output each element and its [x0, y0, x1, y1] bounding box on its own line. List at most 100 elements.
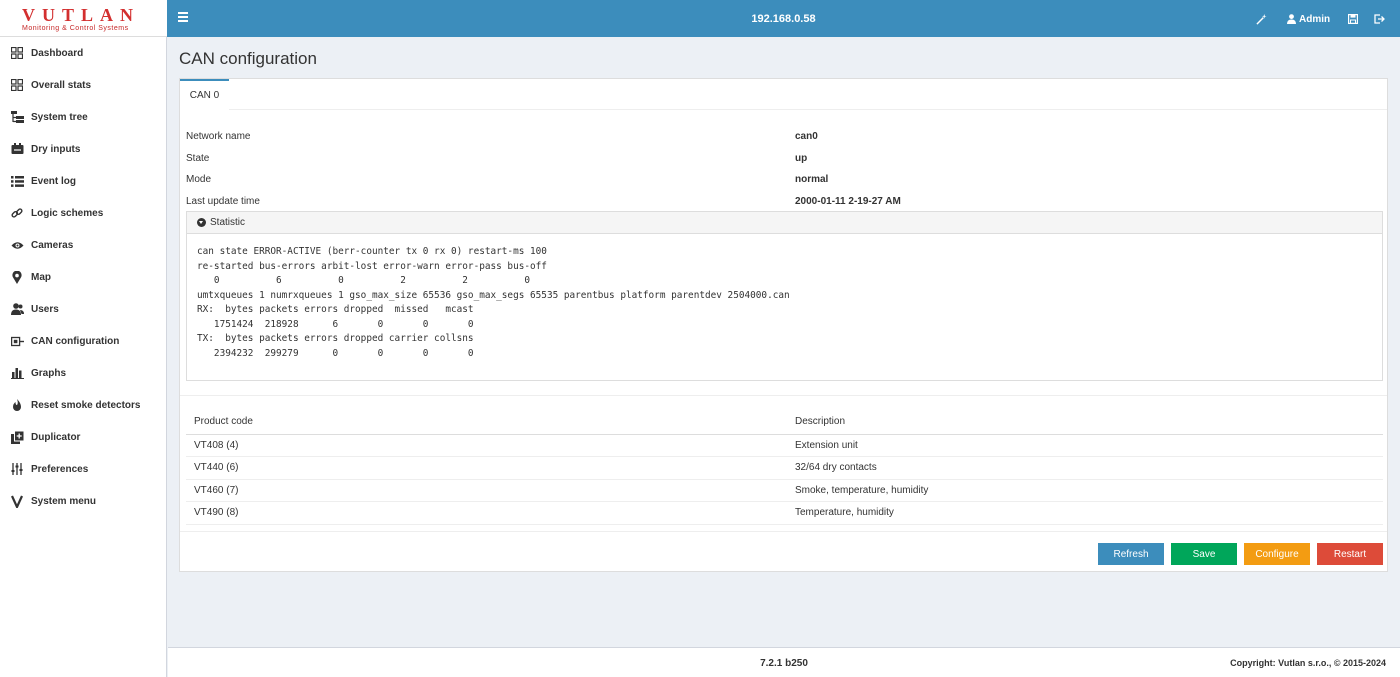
sidebar-item-users[interactable]: Users: [0, 293, 166, 325]
grid-icon: [10, 78, 24, 92]
restart-button[interactable]: Restart: [1317, 543, 1383, 565]
tree-icon: [10, 110, 24, 124]
sidebar-item-label: Map: [31, 271, 51, 283]
fire-icon: [10, 398, 24, 412]
page-title: CAN configuration: [179, 49, 317, 68]
sidebar-item-reset-smoke-detectors[interactable]: Reset smoke detectors: [0, 389, 166, 421]
info-label: Network name: [186, 130, 251, 142]
sidebar: Dashboard Overall stats System tree Dry …: [0, 37, 167, 677]
table-row: VT460 (7) Smoke, temperature, humidity: [186, 479, 1383, 502]
copy-icon: [10, 430, 24, 444]
sidebar-item-label: Overall stats: [31, 79, 92, 91]
product-description: Smoke, temperature, humidity: [787, 479, 1383, 502]
statistic-title: Statistic: [210, 217, 246, 228]
list-icon: [10, 174, 24, 188]
logo-subtitle: Monitoring & Control Systems: [22, 25, 129, 32]
table-row: VT408 (4) Extension unit: [186, 434, 1383, 457]
product-description: Temperature, humidity: [787, 501, 1383, 525]
sidebar-item-dry-inputs[interactable]: Dry inputs: [0, 133, 166, 165]
table-header-row: Product code Description: [186, 409, 1383, 435]
info-label: Mode: [186, 173, 212, 185]
wand-icon[interactable]: [1256, 12, 1268, 26]
product-code: VT440 (6): [186, 456, 787, 480]
sidebar-item-logic-schemes[interactable]: Logic schemes: [0, 197, 166, 229]
info-row-state: State up: [186, 148, 1381, 168]
v-icon: [10, 494, 24, 508]
eye-icon: [10, 238, 24, 252]
bar-chart-icon: [10, 366, 24, 380]
sidebar-item-label: System tree: [31, 111, 88, 123]
top-header: 192.168.0.58 Admin: [167, 0, 1400, 37]
info-label: State: [186, 152, 210, 164]
product-code: VT408 (4): [186, 434, 787, 457]
sidebar-item-graphs[interactable]: Graphs: [0, 357, 166, 389]
sidebar-item-dashboard[interactable]: Dashboard: [0, 37, 166, 69]
sidebar-item-label: Preferences: [31, 463, 89, 475]
admin-user-button[interactable]: Admin: [1287, 12, 1330, 26]
info-value: 2000-01-11 2-19-27 AM: [795, 195, 901, 207]
floppy-save-icon[interactable]: [1348, 12, 1360, 26]
product-code: VT490 (8): [186, 501, 787, 525]
divider: [180, 531, 1387, 532]
tab-bar: CAN 0: [180, 79, 1387, 110]
table-row: VT440 (6) 32/64 dry contacts: [186, 456, 1383, 480]
user-icon: [1287, 14, 1296, 24]
statistic-toggle[interactable]: Statistic: [187, 212, 1382, 234]
input-icon: [10, 142, 24, 156]
users-icon: [10, 302, 24, 316]
grid-icon: [10, 46, 24, 60]
sidebar-item-label: System menu: [31, 495, 97, 507]
info-row-mode: Mode normal: [186, 169, 1381, 189]
admin-label: Admin: [1299, 13, 1331, 25]
info-value: up: [795, 152, 808, 164]
sidebar-item-system-menu[interactable]: System menu: [0, 485, 166, 517]
sidebar-item-label: Duplicator: [31, 431, 81, 443]
sidebar-item-label: Users: [31, 303, 59, 315]
sliders-icon: [10, 462, 24, 476]
sidebar-item-can-configuration[interactable]: CAN configuration: [0, 325, 166, 357]
copyright: Copyright: Vutlan s.r.o., © 2015-2024: [1230, 658, 1386, 668]
sidebar-item-label: Cameras: [31, 239, 74, 251]
refresh-button[interactable]: Refresh: [1098, 543, 1164, 565]
column-header-description: Description: [787, 409, 1383, 435]
link-icon: [10, 206, 24, 220]
sidebar-item-duplicator[interactable]: Duplicator: [0, 421, 166, 453]
info-value: can0: [795, 130, 818, 142]
map-marker-icon: [10, 270, 24, 284]
save-button[interactable]: Save: [1171, 543, 1237, 565]
logo: VUTLAN Monitoring & Control Systems: [0, 0, 167, 37]
footer: 7.2.1 b250 Copyright: Vutlan s.r.o., © 2…: [168, 647, 1400, 677]
plug-icon: [10, 334, 24, 348]
info-label: Last update time: [186, 195, 260, 207]
configure-button[interactable]: Configure: [1244, 543, 1310, 565]
info-value: normal: [795, 173, 829, 185]
sidebar-item-label: Dry inputs: [31, 143, 81, 155]
chevron-down-icon: [197, 218, 206, 227]
sidebar-item-label: CAN configuration: [31, 335, 120, 347]
sidebar-item-label: Graphs: [31, 367, 67, 379]
sidebar-item-map[interactable]: Map: [0, 261, 166, 293]
sidebar-item-cameras[interactable]: Cameras: [0, 229, 166, 261]
firmware-version: 7.2.1 b250: [760, 658, 808, 669]
sidebar-item-preferences[interactable]: Preferences: [0, 453, 166, 485]
product-description: 32/64 dry contacts: [787, 456, 1383, 480]
sidebar-item-event-log[interactable]: Event log: [0, 165, 166, 197]
product-description: Extension unit: [787, 434, 1383, 457]
sidebar-item-overall-stats[interactable]: Overall stats: [0, 69, 166, 101]
sidebar-item-label: Event log: [31, 175, 77, 187]
sidebar-item-label: Reset smoke detectors: [31, 399, 141, 411]
product-table: Product code Description VT408 (4) Exten…: [186, 409, 1383, 525]
product-code: VT460 (7): [186, 479, 787, 502]
logout-icon[interactable]: [1374, 12, 1386, 26]
can-config-panel: CAN 0 Network name can0 State up Mode no…: [179, 78, 1388, 572]
column-header-product-code: Product code: [186, 409, 787, 435]
statistic-box: Statistic can state ERROR-ACTIVE (berr-c…: [186, 211, 1383, 381]
table-row: VT490 (8) Temperature, humidity: [186, 501, 1383, 525]
logo-title: VUTLAN: [22, 5, 141, 25]
divider: [180, 395, 1387, 396]
sidebar-item-system-tree[interactable]: System tree: [0, 101, 166, 133]
sidebar-item-label: Dashboard: [31, 47, 84, 59]
device-ip: 192.168.0.58: [751, 13, 816, 25]
tab-can0[interactable]: CAN 0: [180, 79, 229, 110]
info-row-network-name: Network name can0: [186, 126, 1381, 146]
